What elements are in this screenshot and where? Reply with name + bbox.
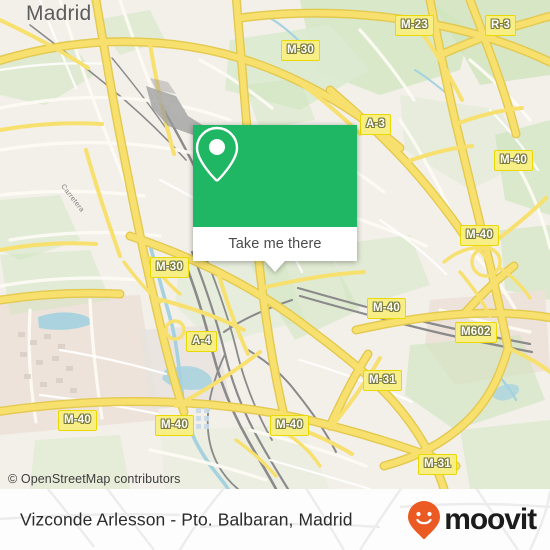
road-shield-m-40: M-40 [494, 150, 534, 171]
map-canvas[interactable]: .mw{fill:none;stroke:#f7e06e;stroke-line… [0, 0, 550, 489]
footer-bar: Vizconde Arlesson - Pto. Balbaran, Madri… [0, 489, 550, 550]
road-shield-m-30: M-30 [150, 257, 190, 278]
road-shield-m-40: M-40 [367, 298, 407, 319]
road-shield-m-30: M-30 [281, 40, 321, 61]
popup-cta-area[interactable]: Take me there [193, 227, 357, 261]
road-shield-m-40: M-40 [155, 415, 195, 436]
road-shield-m-40: M-40 [58, 410, 98, 431]
road-shield-m-23: M-23 [395, 15, 435, 36]
road-shield-m-40: M-40 [270, 415, 310, 436]
location-popup-card[interactable]: Take me there [193, 125, 357, 272]
popup-image-area [193, 125, 357, 227]
road-shield-m602: M602 [455, 322, 497, 343]
road-shield-m-31: M-31 [363, 370, 403, 391]
footer-place-title: Vizconde Arlesson - Pto. Balbaran, Madri… [20, 509, 353, 529]
road-shield-r-3: R-3 [485, 15, 517, 36]
road-shield-m-31: M-31 [418, 454, 458, 475]
map-pin-icon [195, 126, 239, 182]
road-shield-a-4: A-4 [186, 331, 218, 352]
take-me-there-label: Take me there [228, 236, 322, 252]
moovit-logo[interactable]: moovit [407, 500, 537, 540]
moovit-wordmark: moovit [444, 502, 537, 536]
popup-tail [265, 261, 285, 272]
road-shield-a-3: A-3 [360, 114, 392, 135]
moovit-smiley-pin-icon [408, 500, 441, 539]
osm-attribution: © OpenStreetMap contributors [8, 472, 181, 486]
map-screenshot-page: .mw{fill:none;stroke:#f7e06e;stroke-line… [0, 0, 550, 550]
road-shield-m-40: M-40 [460, 225, 500, 246]
